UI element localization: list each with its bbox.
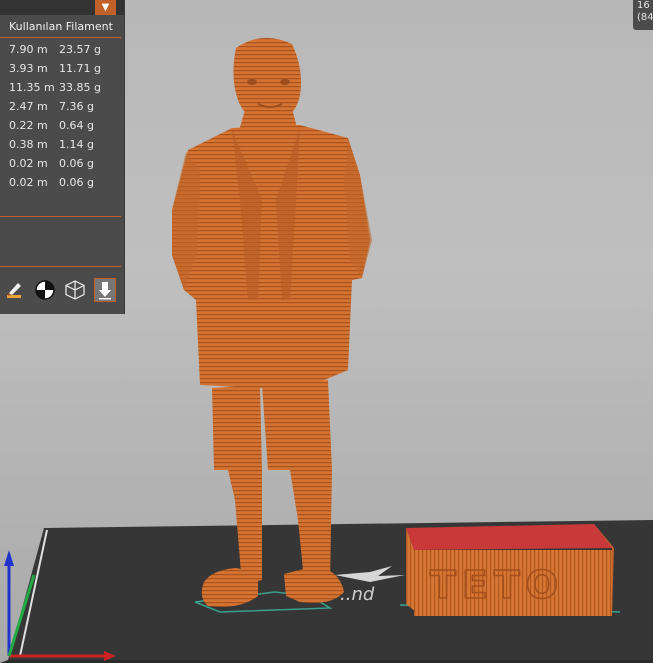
filament-weight: 0.06 g	[59, 176, 94, 189]
filament-row: 3.93 m 11.71 g	[0, 60, 124, 79]
svg-text:..nd: ..nd	[340, 584, 375, 605]
filament-row: 0.38 m 1.14 g	[0, 136, 124, 155]
view-toolbar	[4, 278, 116, 302]
filament-weight: 7.36 g	[59, 100, 94, 113]
filament-rows: 7.90 m 23.57 g 3.93 m 11.71 g 11.35 m 33…	[0, 41, 124, 193]
filament-weight: 0.64 g	[59, 119, 94, 132]
filament-length: 11.35 m	[9, 81, 55, 94]
chevron-down-icon: ▼	[101, 1, 110, 13]
filament-length: 3.93 m	[9, 62, 48, 75]
filament-weight: 1.14 g	[59, 138, 94, 151]
divider	[0, 216, 121, 217]
filament-usage-panel: ▼ Kullanılan Filament 7.90 m 23.57 g 3.9…	[0, 0, 124, 314]
statue-model[interactable]	[172, 37, 372, 607]
filament-used-header: Kullanılan Filament	[9, 20, 113, 33]
filament-row: 0.02 m 0.06 g	[0, 174, 124, 193]
filament-weight: 23.57 g	[59, 43, 101, 56]
download-arrow-icon	[99, 282, 111, 300]
divider	[0, 266, 121, 267]
filament-length: 0.02 m	[9, 157, 48, 170]
panel-dropdown-button[interactable]: ▼	[95, 0, 116, 15]
paint-brush-icon	[7, 283, 21, 298]
center-view-button[interactable]	[34, 278, 56, 302]
filament-row: 11.35 m 33.85 g	[0, 79, 124, 98]
divider	[0, 37, 121, 38]
filament-weight: 11.71 g	[59, 62, 101, 75]
filament-length: 0.22 m	[9, 119, 48, 132]
filament-row: 7.90 m 23.57 g	[0, 41, 124, 60]
filament-length: 0.38 m	[9, 138, 48, 151]
center-target-icon	[35, 280, 55, 300]
filament-length: 2.47 m	[9, 100, 48, 113]
svg-text:TETO: TETO	[430, 563, 564, 607]
nameplate-box-model[interactable]: TETO	[406, 524, 614, 616]
corner-info-line: 16	[637, 0, 650, 11]
filament-length: 7.90 m	[9, 43, 48, 56]
corner-info-line: (84	[637, 12, 653, 23]
filament-row: 0.22 m 0.64 g	[0, 117, 124, 136]
filament-row: 2.47 m 7.36 g	[0, 98, 124, 117]
filament-weight: 0.06 g	[59, 157, 94, 170]
filament-length: 0.02 m	[9, 176, 48, 189]
export-button[interactable]	[94, 278, 116, 302]
filament-row: 0.02 m 0.06 g	[0, 155, 124, 174]
wireframe-view-button[interactable]	[64, 278, 86, 302]
filament-weight: 33.85 g	[59, 81, 101, 94]
wireframe-cube-icon	[65, 280, 85, 300]
corner-info-panel: 16 (84	[633, 0, 653, 30]
paint-tool-button[interactable]	[4, 278, 26, 302]
